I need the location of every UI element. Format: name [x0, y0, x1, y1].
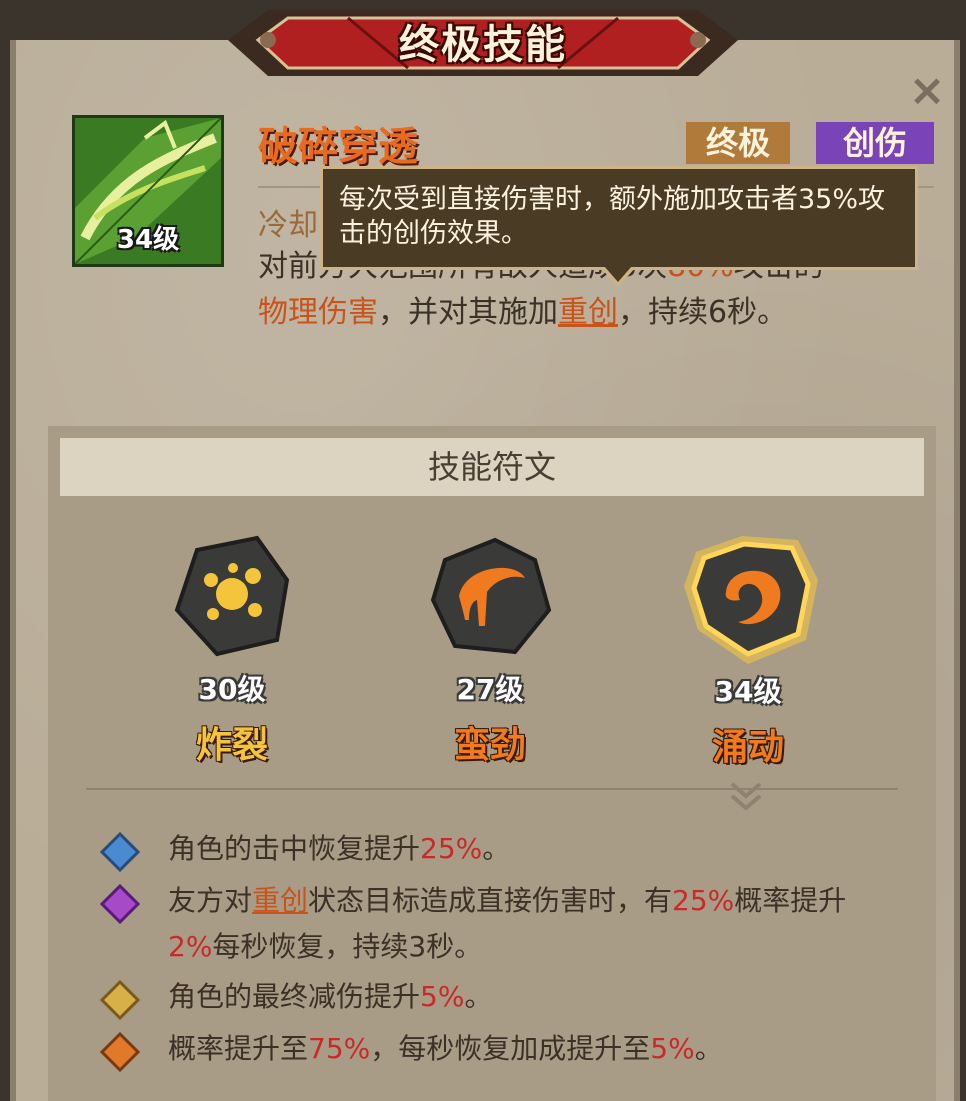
effect-text: 概率提升至 — [168, 1032, 309, 1065]
tag-ultimate: 终极 — [686, 122, 791, 164]
runes-header: 技能符文 — [60, 438, 924, 496]
desc-text: ，并对其施加 — [378, 295, 558, 330]
tooltip-text: 每次受到直接伤害时，额外施加攻击者35%攻击的创伤效果。 — [339, 184, 886, 249]
effect-value: 25% — [672, 884, 735, 917]
splat-rune-icon — [174, 535, 290, 657]
effect-text: 状态目标造成直接伤害时，有 — [308, 884, 673, 917]
drip-rune-icon — [430, 537, 552, 655]
gold-diamond-icon — [100, 980, 140, 1020]
effect-text: 。 — [694, 1032, 723, 1065]
close-icon: × — [908, 65, 946, 116]
rune-level: 30级 — [198, 673, 266, 706]
rune-name: 炸裂 — [195, 725, 268, 766]
tag-wound: 创伤 — [816, 122, 934, 164]
rune-level: 27级 — [456, 673, 524, 706]
desc-damage-type: 物理伤害 — [258, 295, 378, 330]
effect-value: 25% — [420, 832, 483, 865]
rune-name: 蛮劲 — [453, 725, 526, 766]
effect-text: ，每秒恢复加成提升至 — [370, 1032, 651, 1065]
close-button[interactable]: × — [906, 69, 948, 113]
orange-diamond-icon — [100, 1032, 140, 1072]
blue-diamond-icon — [100, 832, 140, 872]
effect-value: 2% — [168, 930, 213, 963]
heavy-wound-link[interactable]: 重创 — [252, 884, 308, 917]
skill-level: 34级 — [116, 225, 180, 255]
rune-level: 34级 — [714, 675, 782, 708]
effect-text: 概率提升 — [734, 884, 847, 917]
tooltip: 每次受到直接伤害时，额外施加攻击者35%攻击的创伤效果。 — [320, 166, 918, 270]
effect-value: 5% — [420, 980, 465, 1013]
effect-text: 。 — [482, 832, 511, 865]
desc-text: ，持续6秒。 — [618, 295, 788, 330]
effect-text: 友方对 — [168, 884, 253, 917]
cooldown-label: 冷却 — [258, 208, 318, 243]
effect-value: 75% — [308, 1032, 371, 1065]
purple-diamond-icon — [100, 884, 140, 924]
rune-burst[interactable]: 30级 炸裂 — [162, 530, 302, 770]
rune-name: 涌动 — [711, 727, 784, 768]
effect-value: 5% — [650, 1032, 695, 1065]
effect-text: 每秒恢复，持续3秒。 — [212, 930, 483, 963]
rune-brute[interactable]: 27级 蛮劲 — [420, 530, 560, 770]
skill-name: 破碎穿透 — [258, 124, 418, 170]
effects-divider — [86, 788, 898, 790]
tooltip-arrow-inner — [604, 266, 632, 282]
skill-icon[interactable]: 34级 — [72, 115, 224, 267]
title-banner: 终极技能 — [228, 0, 738, 86]
effect-text: 角色的击中恢复提升 — [168, 832, 421, 865]
effect-text: 。 — [464, 980, 493, 1013]
heavy-wound-link[interactable]: 重创 — [558, 295, 618, 330]
swirl-rune-icon — [684, 536, 818, 664]
page-title: 终极技能 — [399, 22, 567, 68]
chevron-down-icon — [730, 782, 762, 811]
effect-text: 角色的最终减伤提升 — [168, 980, 421, 1013]
rune-surge[interactable]: 34级 涌动 — [678, 530, 818, 770]
